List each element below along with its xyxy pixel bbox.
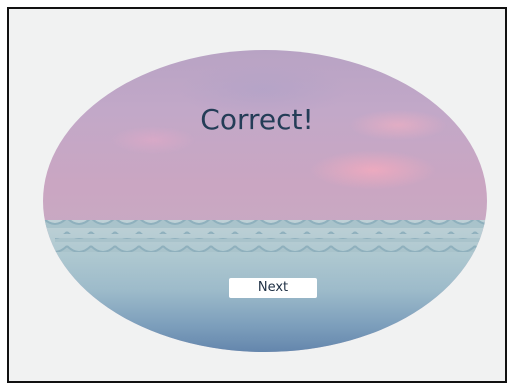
feedback-title: Correct!: [200, 103, 314, 136]
waves-decoration: [43, 220, 487, 252]
scene-oval: [43, 50, 487, 352]
next-button[interactable]: Next: [229, 278, 317, 298]
sunset-sky: [43, 50, 487, 232]
activity-frame: Correct! Next: [7, 7, 507, 383]
